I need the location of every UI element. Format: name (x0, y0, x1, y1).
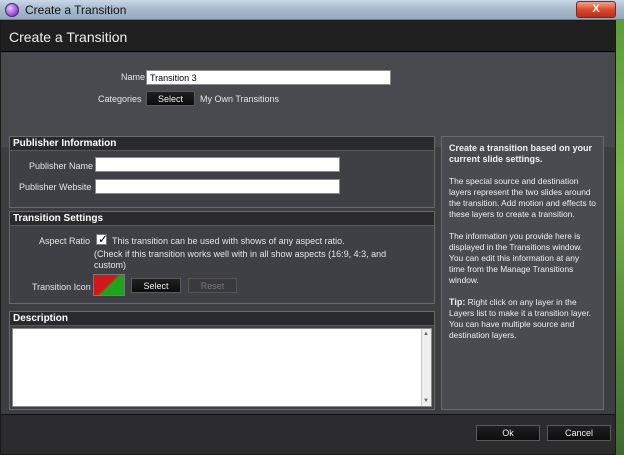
app-icon (5, 3, 19, 17)
icon-reset-button[interactable]: Reset (188, 278, 237, 293)
tip-intro: Create a transition based on your curren… (449, 143, 593, 164)
name-label: Name (121, 72, 146, 82)
os-title-bar: Create a Transition X (0, 0, 624, 20)
top-settings-area: Name Categories Select My Own Transition… (1, 53, 615, 147)
dialog-title: Create a Transition (9, 29, 128, 45)
tip-paragraph-3: Tip: Right click on any layer in the Lay… (449, 297, 596, 341)
tip-paragraph-3-text: Right click on any layer in the Layers l… (449, 297, 591, 340)
dialog-header: Create a Transition (1, 21, 615, 52)
categories-label: Categories (98, 94, 142, 104)
icon-select-button[interactable]: Select (131, 278, 181, 293)
dialog-footer: Ok Cancel (1, 414, 615, 454)
os-window-title: Create a Transition (25, 3, 127, 17)
publisher-website-input[interactable] (95, 179, 340, 194)
aspect-ratio-label: Aspect Ratio (39, 236, 91, 246)
cancel-button[interactable]: Cancel (547, 425, 611, 441)
aspect-ratio-checkbox[interactable]: ✓ (96, 232, 109, 246)
help-tip-panel: Create a transition based on your curren… (441, 136, 604, 410)
categories-value: My Own Transitions (200, 94, 280, 104)
tip-paragraph-2: The information you provide here is disp… (449, 231, 583, 285)
description-textarea[interactable]: ▲ ▼ (12, 328, 432, 407)
publisher-name-input[interactable] (95, 157, 340, 172)
create-transition-dialog: Create a Transition Name Categories Sele… (0, 20, 616, 455)
name-input[interactable] (146, 70, 391, 85)
categories-select-button[interactable]: Select (146, 91, 195, 106)
aspect-ratio-subtext: (Check if this transition works well wit… (94, 249, 387, 270)
scroll-up-icon[interactable]: ▲ (423, 331, 429, 337)
aspect-ratio-text: This transition can be used with shows o… (112, 236, 345, 246)
checkmark-icon: ✓ (98, 232, 109, 246)
tip-label: Tip: (449, 297, 466, 307)
window-close-button[interactable]: X (576, 1, 616, 18)
publisher-info-heading: Publisher Information (10, 137, 434, 151)
ok-button[interactable]: Ok (476, 425, 540, 441)
transition-settings-heading: Transition Settings (10, 212, 434, 226)
description-panel: Description ▲ ▼ (9, 311, 435, 410)
description-heading: Description (10, 312, 434, 326)
transition-icon-label: Transition Icon (32, 282, 91, 292)
scroll-down-icon[interactable]: ▼ (423, 398, 429, 404)
transition-icon-preview (93, 274, 125, 296)
publisher-website-label: Publisher Website (19, 182, 92, 192)
publisher-name-label: Publisher Name (29, 161, 94, 171)
transition-settings-panel: Transition Settings Aspect Ratio ✓ This … (9, 211, 435, 304)
publisher-info-panel: Publisher Information Publisher Name Pub… (9, 136, 435, 208)
tip-paragraph-1: The special source and destination layer… (449, 176, 596, 219)
description-scrollbar[interactable]: ▲ ▼ (421, 329, 431, 406)
